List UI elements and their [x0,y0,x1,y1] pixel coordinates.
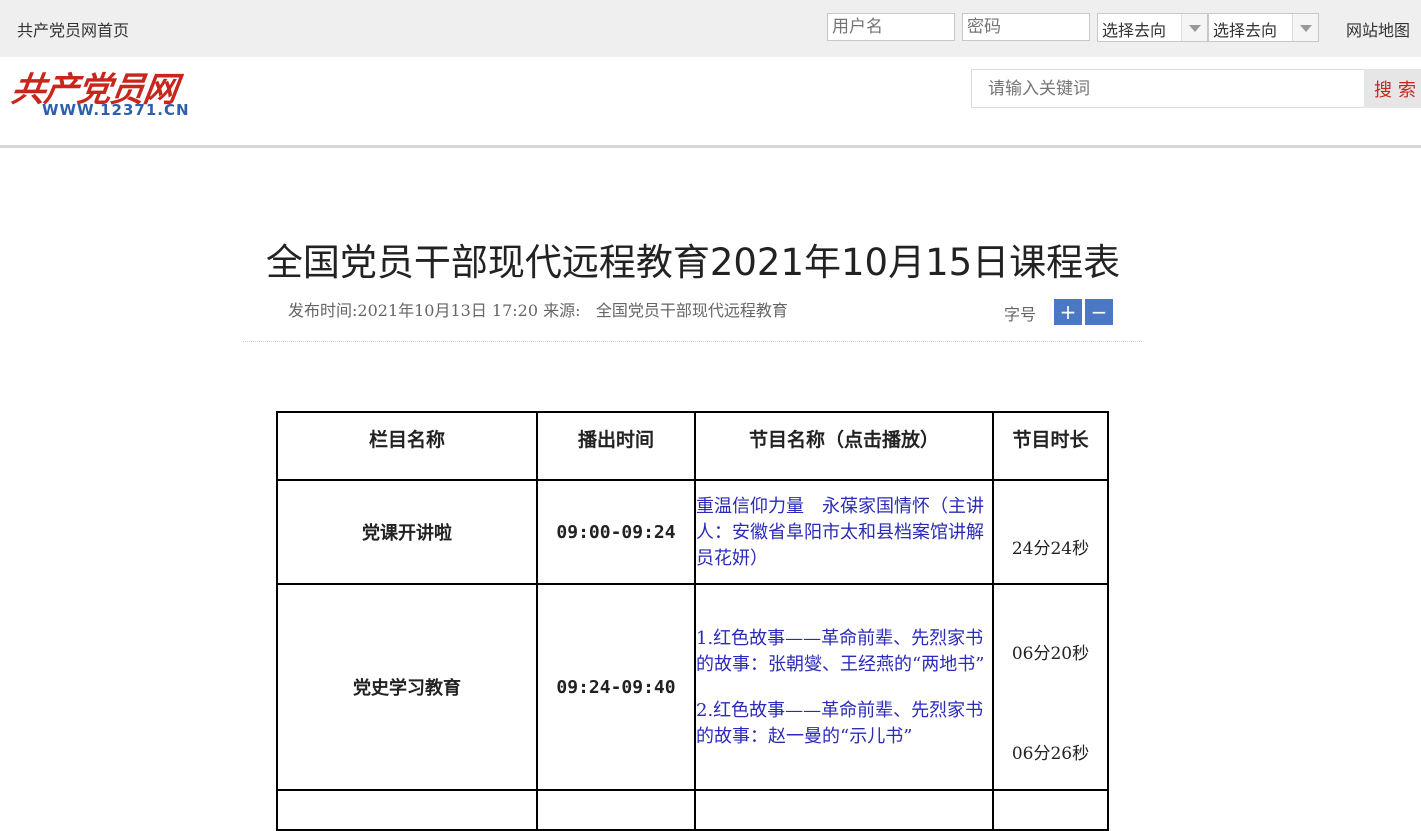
program-link[interactable]: 1.红色故事——革命前辈、先烈家书的故事：张朝燮、王经燕的“两地书” [696,628,984,675]
publish-label: 发布时间: [288,301,358,320]
top-bar: 共产党员网首页 选择去向 选择去向 网站地图 [0,0,1421,57]
table-cell [536,789,696,831]
program-duration: 06分20秒 [1011,644,1090,664]
destination-select-1[interactable]: 选择去向 [1097,13,1208,42]
row-durations: 24分24秒 [992,479,1109,585]
chevron-down-icon[interactable] [1292,14,1318,41]
password-input[interactable] [962,13,1090,41]
search-input[interactable] [971,69,1365,108]
destination-select-1-value: 选择去向 [1102,21,1167,40]
source-name: 全国党员干部现代远程教育 [595,301,788,320]
sitemap-link[interactable]: 网站地图 [1346,17,1410,41]
table-cell [276,789,538,831]
chevron-down-icon[interactable] [1181,14,1207,41]
schedule-table: 栏目名称 播出时间 节目名称（点击播放） 节目时长 党课开讲啦 09:00-09… [276,411,1109,831]
table-cell [992,789,1109,831]
table-header-row: 栏目名称 播出时间 节目名称（点击播放） 节目时长 [276,411,1109,481]
row-column-name: 党史学习教育 [276,583,538,791]
table-row: 党史学习教育 09:24-09:40 1.红色故事——革命前辈、先烈家书的故事：… [276,583,1109,791]
search-button[interactable]: 搜索 [1364,69,1421,108]
program-link[interactable]: 重温信仰力量 永葆家国情怀（主讲人：安徽省阜阳市太和县档案馆讲解员花妍） [696,496,984,569]
header-divider [0,145,1421,148]
table-row: 党课开讲啦 09:00-09:24 重温信仰力量 永葆家国情怀（主讲人：安徽省阜… [276,479,1109,585]
row-air-time: 09:00-09:24 [536,479,696,585]
row-durations: 06分20秒 06分26秒 [992,583,1109,791]
row-programs: 1.红色故事——革命前辈、先烈家书的故事：张朝燮、王经燕的“两地书” 2.红色故… [694,583,994,791]
page-title: 全国党员干部现代远程教育2021年10月15日课程表 [265,241,1121,284]
row-column-name: 党课开讲啦 [276,479,538,585]
row-programs: 重温信仰力量 永葆家国情怀（主讲人：安徽省阜阳市太和县档案馆讲解员花妍） [694,479,994,585]
row-air-time: 09:24-09:40 [536,583,696,791]
site-logo[interactable]: 共产党员网 WWW.12371.CN [9,62,190,122]
program-duration: 06分26秒 [1011,744,1090,764]
source-label: 来源: [543,301,581,320]
home-link[interactable]: 共产党员网首页 [17,17,129,41]
header-air-time: 播出时间 [536,411,696,481]
logo-url: WWW.12371.CN [42,101,190,119]
meta-divider [243,341,1142,342]
table-cell [694,789,994,831]
header-column-name: 栏目名称 [276,411,538,481]
font-increase-button[interactable]: + [1054,299,1082,325]
table-row [276,789,1109,831]
username-input[interactable] [827,13,955,41]
header-duration: 节目时长 [992,411,1109,481]
article-meta: 发布时间:2021年10月13日 17:20 来源: 全国党员干部现代远程教育 [288,297,788,321]
program-link[interactable]: 2.红色故事——革命前辈、先烈家书的故事：赵一曼的“示儿书” [696,700,983,747]
header-program-name: 节目名称（点击播放） [694,411,994,481]
font-decrease-button[interactable]: − [1085,299,1113,325]
destination-select-2-value: 选择去向 [1213,21,1278,40]
font-size-label: 字号 [1004,305,1037,324]
publish-time: 2021年10月13日 17:20 [357,301,539,320]
destination-select-2[interactable]: 选择去向 [1208,13,1319,42]
program-duration: 24分24秒 [1011,539,1090,559]
